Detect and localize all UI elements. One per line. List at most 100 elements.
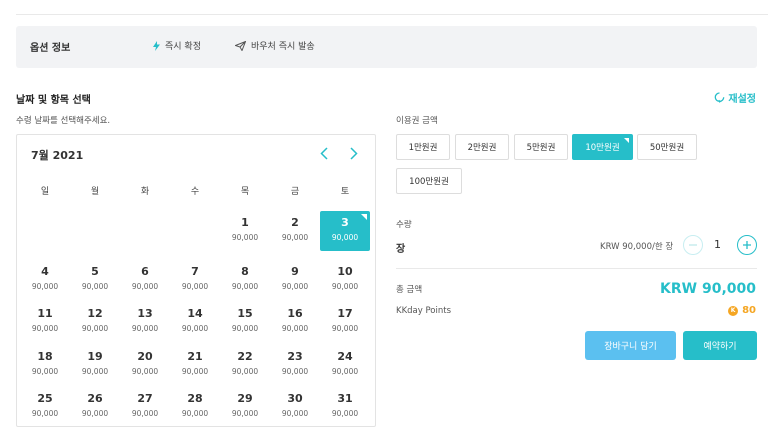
day-number: 2: [291, 216, 299, 229]
day-price: 90,000: [281, 282, 309, 291]
day-price: 90,000: [81, 367, 109, 376]
quantity-item-name: 장: [396, 244, 406, 255]
day-price: 90,000: [181, 367, 209, 376]
calendar-day[interactable]: 30 90,000: [270, 387, 320, 427]
calendar-day[interactable]: 4 90,000: [20, 260, 70, 300]
calendar-day[interactable]: 17 90,000: [320, 302, 370, 342]
weekday-label: 일: [40, 187, 50, 197]
day-price: 90,000: [181, 324, 209, 333]
reset-button[interactable]: 재설정: [714, 90, 756, 105]
add-to-cart-button[interactable]: 장바구니 담기: [585, 331, 676, 360]
day-number: 4: [41, 265, 49, 278]
quantity-decrease-button[interactable]: [683, 235, 703, 255]
calendar-day[interactable]: 9 90,000: [270, 260, 320, 300]
calendar-day[interactable]: 27 90,000: [120, 387, 170, 427]
calendar-day[interactable]: 29 90,000: [220, 387, 270, 427]
chevron-right-icon: [350, 146, 358, 160]
day-price: 90,000: [331, 409, 359, 418]
calendar-day[interactable]: 11 90,000: [20, 302, 70, 342]
points-value: K 80: [728, 305, 756, 316]
weekday-label: 화: [140, 187, 150, 197]
day-number: 22: [237, 350, 253, 363]
next-month-button[interactable]: [344, 143, 364, 163]
day-price: 90,000: [31, 324, 59, 333]
quantity-increase-button[interactable]: [737, 235, 757, 255]
day-price: 90,000: [31, 367, 59, 376]
ticket-option-button[interactable]: 100만원권: [396, 168, 462, 194]
day-price: 90,000: [81, 282, 109, 291]
day-price: 90,000: [181, 409, 209, 418]
calendar-day[interactable]: 8 90,000: [220, 260, 270, 300]
day-number: 16: [287, 307, 303, 320]
ticket-option-button[interactable]: 50만원권: [637, 134, 697, 160]
reset-icon: [715, 92, 725, 103]
day-price: 90,000: [281, 233, 309, 242]
day-number: 11: [37, 307, 53, 320]
option-info-panel: 옵션 정보 즉시 확정 바우처 즉시 발송: [16, 26, 757, 68]
weekday-label: 목: [240, 187, 250, 197]
calendar-day[interactable]: 10 90,000: [320, 260, 370, 300]
calendar-day[interactable]: 6 90,000: [120, 260, 170, 300]
day-number: 19: [87, 350, 103, 363]
calendar-day[interactable]: 23 90,000: [270, 345, 320, 385]
plus-icon: [743, 241, 751, 249]
calendar-day[interactable]: 15 90,000: [220, 302, 270, 342]
book-now-label: 예약하기: [703, 342, 737, 352]
day-number: 18: [37, 350, 53, 363]
day-price: 90,000: [281, 324, 309, 333]
day-number: 14: [187, 307, 203, 320]
calendar-day[interactable]: 14 90,000: [170, 302, 220, 342]
day-number: 3: [341, 216, 349, 229]
minus-icon: [689, 244, 697, 246]
day-number: 7: [191, 265, 199, 278]
ticket-option-label: 2만원권: [467, 143, 497, 153]
calendar-day[interactable]: 13 90,000: [120, 302, 170, 342]
day-price: 90,000: [31, 409, 59, 418]
ticket-option-button[interactable]: 1만원권: [396, 134, 450, 160]
coin-icon: K: [728, 305, 739, 316]
add-to-cart-label: 장바구니 담기: [604, 342, 657, 352]
weekday-label: 토: [340, 187, 350, 197]
ticket-option-button[interactable]: 10만원권: [572, 134, 633, 160]
calendar-day[interactable]: 7 90,000: [170, 260, 220, 300]
calendar-day[interactable]: 5 90,000: [70, 260, 120, 300]
chevron-left-icon: [320, 146, 328, 160]
calendar-day[interactable]: 21 90,000: [170, 345, 220, 385]
calendar-day[interactable]: 31 90,000: [320, 387, 370, 427]
unit-price: KRW 90,000/한 장: [600, 242, 674, 252]
calendar-day[interactable]: 28 90,000: [170, 387, 220, 427]
calendar-day[interactable]: 1 90,000: [220, 211, 270, 251]
book-now-button[interactable]: 예약하기: [683, 331, 757, 360]
ticket-option-label: 1만원권: [408, 143, 438, 153]
top-divider: [16, 14, 768, 15]
prev-month-button[interactable]: [314, 143, 334, 163]
ticket-option-label: 5만원권: [526, 143, 556, 153]
calendar-day[interactable]: 22 90,000: [220, 345, 270, 385]
calendar-day[interactable]: 16 90,000: [270, 302, 320, 342]
ticket-option-label: 10만원권: [585, 143, 620, 153]
calendar-day[interactable]: 3 90,000: [320, 211, 370, 251]
day-number: 15: [237, 307, 253, 320]
lightning-icon: [153, 40, 160, 51]
calendar-day[interactable]: 19 90,000: [70, 345, 120, 385]
weekday-label: 금: [290, 187, 300, 197]
day-number: 23: [287, 350, 303, 363]
calendar-day[interactable]: 20 90,000: [120, 345, 170, 385]
day-price: 90,000: [31, 282, 59, 291]
ticket-option-button[interactable]: 2만원권: [455, 134, 509, 160]
date-hint: 수령 날짜를 선택해주세요.: [16, 116, 111, 126]
calendar-day[interactable]: 18 90,000: [20, 345, 70, 385]
calendar-day[interactable]: 12 90,000: [70, 302, 120, 342]
calendar-day[interactable]: 24 90,000: [320, 345, 370, 385]
section-title: 날짜 및 항목 선택: [16, 95, 91, 106]
calendar-day[interactable]: 2 90,000: [270, 211, 320, 251]
total-label: 총 금액: [396, 285, 423, 295]
calendar-day[interactable]: 26 90,000: [70, 387, 120, 427]
option-info-title: 옵션 정보: [30, 43, 71, 54]
day-number: 9: [291, 265, 299, 278]
day-price: 90,000: [281, 367, 309, 376]
ticket-option-button[interactable]: 5만원권: [514, 134, 568, 160]
calendar-day[interactable]: 25 90,000: [20, 387, 70, 427]
day-price: 90,000: [81, 409, 109, 418]
day-number: 31: [337, 392, 353, 405]
